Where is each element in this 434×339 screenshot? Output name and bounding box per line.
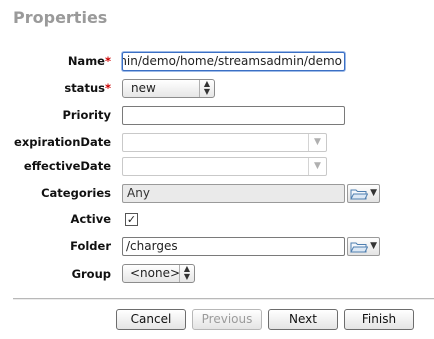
up-down-arrows-icon: ▲ ▼: [179, 265, 194, 282]
folder-label: Folder: [70, 239, 111, 253]
next-button[interactable]: Next: [268, 309, 338, 330]
folder-icon: [350, 189, 368, 200]
required-marker: *: [104, 54, 111, 68]
required-marker: *: [104, 81, 111, 95]
folder-input[interactable]: /charges: [122, 237, 345, 256]
group-label: Group: [71, 267, 111, 281]
up-down-arrows-icon: ▲ ▼: [199, 80, 214, 97]
effective-date-combo[interactable]: ▼: [122, 157, 327, 176]
chevron-down-icon: ▼: [370, 188, 377, 198]
chevron-down-icon: ▼: [308, 158, 326, 175]
priority-label: Priority: [62, 108, 111, 122]
categories-field: Any: [122, 184, 345, 203]
effective-date-label: effectiveDate: [23, 159, 111, 173]
cancel-button[interactable]: Cancel: [116, 309, 186, 330]
divider: [13, 298, 434, 300]
folder-icon: [350, 242, 368, 253]
name-input[interactable]: sadmin/demo/home/streamsadmin/demo: [122, 52, 345, 71]
name-label: Name*: [67, 54, 111, 68]
previous-button[interactable]: Previous: [192, 309, 262, 330]
chevron-down-icon: ▼: [370, 241, 377, 251]
categories-folder-button[interactable]: ▼: [347, 184, 380, 203]
priority-input[interactable]: [122, 106, 345, 125]
panel-title: Properties: [13, 8, 108, 27]
status-label: status*: [64, 81, 111, 95]
name-input-value: sadmin/demo/home/streamsadmin/demo: [123, 54, 342, 68]
status-select-value: new: [131, 81, 156, 95]
finish-button[interactable]: Finish: [344, 309, 414, 330]
active-checkbox[interactable]: ✓: [125, 213, 138, 226]
expiration-date-combo[interactable]: ▼: [122, 133, 327, 152]
categories-label: Categories: [41, 186, 111, 200]
group-select[interactable]: <none> ▲ ▼: [122, 264, 195, 283]
active-label: Active: [70, 212, 111, 226]
status-select[interactable]: new ▲ ▼: [122, 79, 215, 98]
folder-browse-button[interactable]: ▼: [347, 237, 380, 256]
expiration-date-label: expirationDate: [14, 135, 111, 149]
chevron-down-icon: ▼: [308, 134, 326, 151]
group-select-value: <none>: [130, 266, 181, 280]
